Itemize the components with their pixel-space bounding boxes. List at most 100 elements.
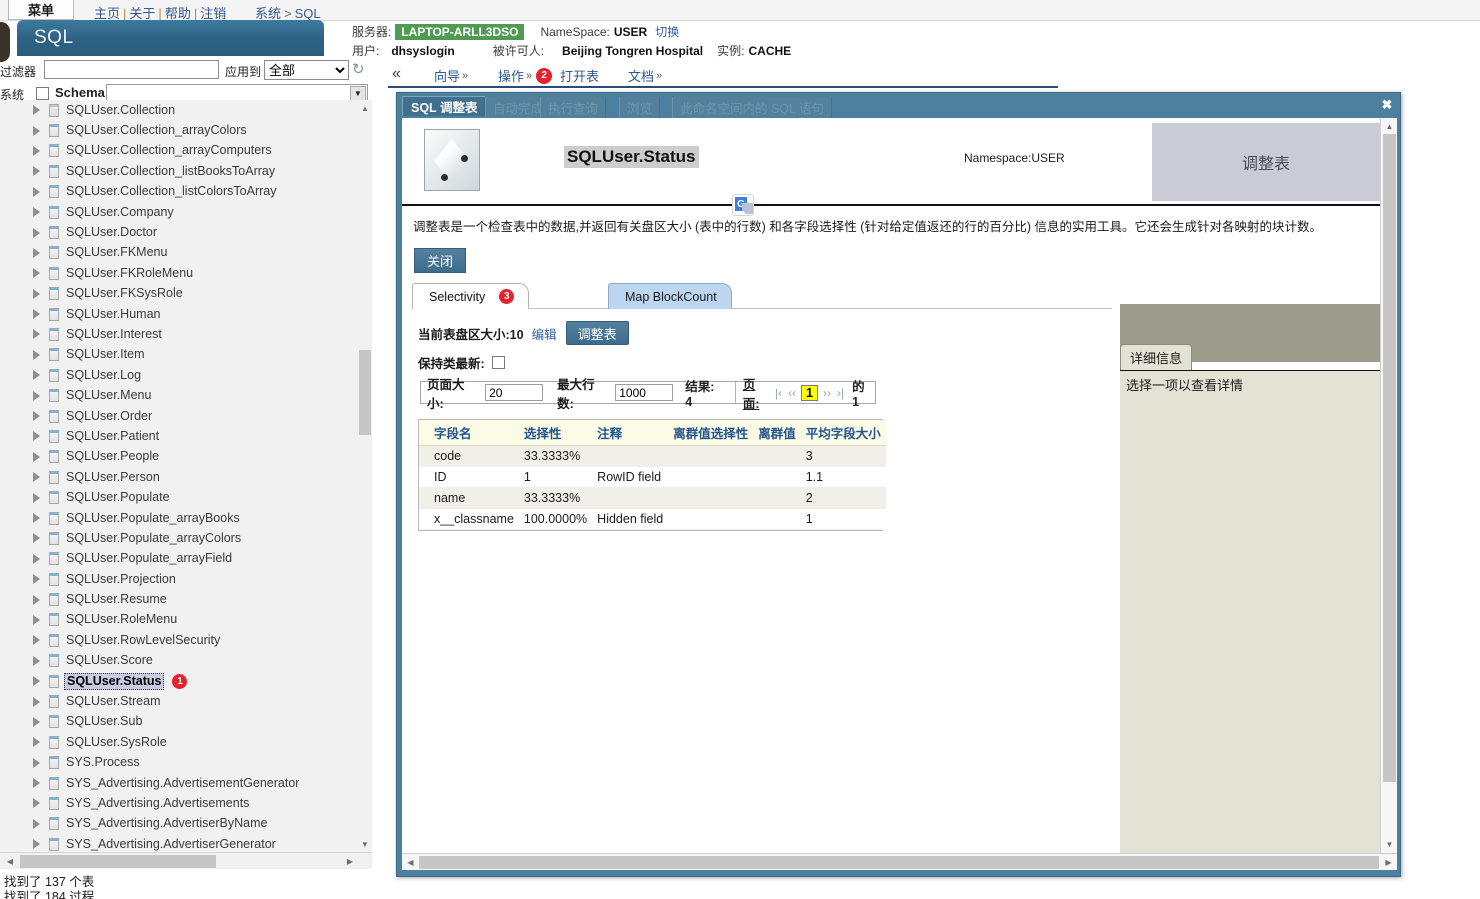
tree-item-sys-advertising-advertiserbyname[interactable]: SYS_Advertising.AdvertiserByName bbox=[0, 814, 356, 834]
tree-item-sqluser-order[interactable]: SQLUser.Order bbox=[0, 406, 356, 426]
table-row[interactable]: name 33.3333% 2 bbox=[419, 487, 886, 509]
expand-triangle-icon[interactable] bbox=[33, 309, 40, 320]
tree-item-sqluser-human[interactable]: SQLUser.Human bbox=[0, 304, 356, 324]
tree-item-sys-process[interactable]: SYS.Process bbox=[0, 753, 356, 773]
tree-item-sqluser-interest[interactable]: SQLUser.Interest bbox=[0, 324, 356, 344]
scroll-down-icon[interactable]: ▼ bbox=[359, 838, 371, 850]
switch-namespace-link[interactable]: 切换 bbox=[655, 23, 679, 40]
tree-item-sqluser-menu[interactable]: SQLUser.Menu bbox=[0, 385, 356, 405]
expand-triangle-icon[interactable] bbox=[33, 105, 40, 116]
max-rows-input[interactable] bbox=[615, 384, 674, 401]
tree-item-sqluser-stream[interactable]: SQLUser.Stream bbox=[0, 691, 356, 711]
toolbar-item-docs[interactable]: 文档 » bbox=[628, 66, 662, 85]
tree-item-sqluser-fksysrole[interactable]: SQLUser.FKSysRole bbox=[0, 284, 356, 304]
scroll-thumb[interactable] bbox=[359, 350, 371, 435]
tree-horizontal-scrollbar[interactable]: ◀ ▶ bbox=[0, 852, 372, 869]
tree-item-sqluser-people[interactable]: SQLUser.People bbox=[0, 447, 356, 467]
expand-triangle-icon[interactable] bbox=[33, 696, 40, 707]
expand-triangle-icon[interactable] bbox=[33, 125, 40, 136]
column-header[interactable]: 字段名 bbox=[429, 420, 519, 446]
expand-triangle-icon[interactable] bbox=[33, 798, 40, 809]
first-page-button[interactable]: |‹ bbox=[775, 386, 782, 400]
expand-triangle-icon[interactable] bbox=[33, 288, 40, 299]
expand-triangle-icon[interactable] bbox=[33, 492, 40, 503]
scroll-right-icon[interactable]: ▶ bbox=[1382, 856, 1395, 869]
expand-triangle-icon[interactable] bbox=[33, 186, 40, 197]
table-row[interactable]: x__classname 100.0000% Hidden field 1 bbox=[419, 508, 886, 530]
expand-triangle-icon[interactable] bbox=[33, 676, 40, 687]
expand-triangle-icon[interactable] bbox=[33, 716, 40, 727]
double-chevron-left-icon[interactable]: « bbox=[392, 65, 401, 83]
schema-tree[interactable]: SQLUser.Collection SQLUser.Collection_arr… bbox=[0, 100, 372, 852]
toolbar-item-open-table[interactable]: 打开表 bbox=[560, 66, 599, 85]
tab-detail-info[interactable]: 详细信息 bbox=[1120, 344, 1193, 370]
tree-item-sqluser-populate-arraycolors[interactable]: SQLUser.Populate_arrayColors bbox=[0, 528, 356, 548]
current-page-number[interactable]: 1 bbox=[801, 384, 818, 401]
expand-triangle-icon[interactable] bbox=[33, 778, 40, 789]
expand-triangle-icon[interactable] bbox=[33, 553, 40, 564]
tree-item-sqluser-collection-arraycomputers[interactable]: SQLUser.Collection_arrayComputers bbox=[0, 141, 356, 161]
tune-table-button[interactable]: 调整表 bbox=[565, 321, 629, 345]
tree-item-sqluser-projection[interactable]: SQLUser.Projection bbox=[0, 569, 356, 589]
expand-triangle-icon[interactable] bbox=[33, 513, 40, 523]
refresh-icon[interactable]: ↻ bbox=[352, 62, 368, 78]
expand-triangle-icon[interactable] bbox=[33, 594, 40, 605]
expand-triangle-icon[interactable] bbox=[33, 533, 40, 544]
tree-vertical-scrollbar[interactable]: ▲ ▼ bbox=[358, 100, 372, 852]
column-header[interactable]: 注释 bbox=[592, 420, 669, 446]
expand-triangle-icon[interactable] bbox=[33, 349, 40, 360]
toolbar-item-wizard[interactable]: 向导 » bbox=[434, 66, 468, 85]
scroll-up-icon[interactable]: ▲ bbox=[1383, 120, 1396, 133]
tree-item-sqluser-populate-arrayfield[interactable]: SQLUser.Populate_arrayField bbox=[0, 549, 356, 569]
column-header[interactable] bbox=[419, 420, 429, 446]
breadcrumb-current[interactable]: SQL bbox=[295, 6, 321, 21]
column-header[interactable]: 选择性 bbox=[518, 420, 593, 446]
table-row[interactable]: code 33.3333% 3 bbox=[419, 445, 886, 467]
expand-triangle-icon[interactable] bbox=[33, 818, 40, 829]
scroll-up-icon[interactable]: ▲ bbox=[359, 102, 371, 114]
expand-triangle-icon[interactable] bbox=[33, 207, 40, 218]
ghost-tab-browse[interactable]: 浏览 bbox=[619, 97, 661, 118]
expand-triangle-icon[interactable] bbox=[33, 635, 40, 646]
prev-page-button[interactable]: ‹‹ bbox=[788, 386, 796, 400]
scroll-right-icon[interactable]: ▶ bbox=[344, 855, 356, 867]
expand-triangle-icon[interactable] bbox=[33, 757, 40, 768]
left-edge-handle[interactable] bbox=[0, 22, 10, 62]
toolbar-item-operations[interactable]: 操作 » 2 bbox=[498, 66, 553, 85]
expand-triangle-icon[interactable] bbox=[33, 614, 40, 625]
last-page-button[interactable]: ›| bbox=[837, 386, 844, 400]
tree-item-sqluser-status[interactable]: SQLUser.Status 1 bbox=[0, 671, 356, 691]
tree-item-sqluser-collection[interactable]: SQLUser.Collection bbox=[0, 100, 356, 120]
next-page-button[interactable]: ›› bbox=[823, 386, 831, 400]
google-translate-icon[interactable]: G bbox=[732, 194, 754, 216]
expand-triangle-icon[interactable] bbox=[33, 451, 40, 462]
tree-item-sqluser-sub[interactable]: SQLUser.Sub bbox=[0, 712, 356, 732]
tab-map-blockcount[interactable]: Map BlockCount bbox=[608, 283, 732, 309]
tree-item-sqluser-item[interactable]: SQLUser.Item bbox=[0, 345, 356, 365]
tree-item-sqluser-collection-listcolorstoarray[interactable]: SQLUser.Collection_listColorsToArray bbox=[0, 182, 356, 202]
expand-triangle-icon[interactable] bbox=[33, 166, 40, 177]
expand-triangle-icon[interactable] bbox=[33, 839, 40, 850]
tree-item-sqluser-rolemenu[interactable]: SQLUser.RoleMenu bbox=[0, 610, 356, 630]
expand-triangle-icon[interactable] bbox=[33, 472, 40, 483]
tree-item-sqluser-fkrolemenu[interactable]: SQLUser.FKRoleMenu bbox=[0, 263, 356, 283]
tree-item-sqluser-populate[interactable]: SQLUser.Populate bbox=[0, 487, 356, 507]
nav-link-logout[interactable]: 注销 bbox=[200, 6, 226, 21]
tree-item-sqluser-log[interactable]: SQLUser.Log bbox=[0, 365, 356, 385]
tree-item-sqluser-collection-arraycolors[interactable]: SQLUser.Collection_arrayColors bbox=[0, 120, 356, 140]
scroll-left-icon[interactable]: ◀ bbox=[404, 856, 417, 869]
expand-triangle-icon[interactable] bbox=[33, 574, 40, 585]
ghost-tab-sql-statements[interactable]: 此命名空间内的 SQL 语句 bbox=[672, 97, 832, 118]
scroll-left-icon[interactable]: ◀ bbox=[4, 855, 16, 867]
tree-item-sqluser-collection-listbookstoarray[interactable]: SQLUser.Collection_listBooksToArray bbox=[0, 161, 356, 181]
expand-triangle-icon[interactable] bbox=[33, 390, 40, 401]
tree-item-sys-advertising-advertisergenerator[interactable]: SYS_Advertising.AdvertiserGenerator bbox=[0, 834, 356, 852]
tree-item-sqluser-resume[interactable]: SQLUser.Resume bbox=[0, 589, 356, 609]
scroll-thumb-horizontal[interactable] bbox=[20, 855, 216, 868]
tree-item-sqluser-company[interactable]: SQLUser.Company bbox=[0, 202, 356, 222]
expand-triangle-icon[interactable] bbox=[33, 655, 40, 666]
breadcrumb-root[interactable]: 系统 bbox=[255, 6, 281, 21]
apply-to-select[interactable]: 全部 bbox=[264, 60, 349, 80]
nav-link-help[interactable]: 帮助 bbox=[165, 6, 191, 21]
tree-item-sqluser-score[interactable]: SQLUser.Score bbox=[0, 651, 356, 671]
